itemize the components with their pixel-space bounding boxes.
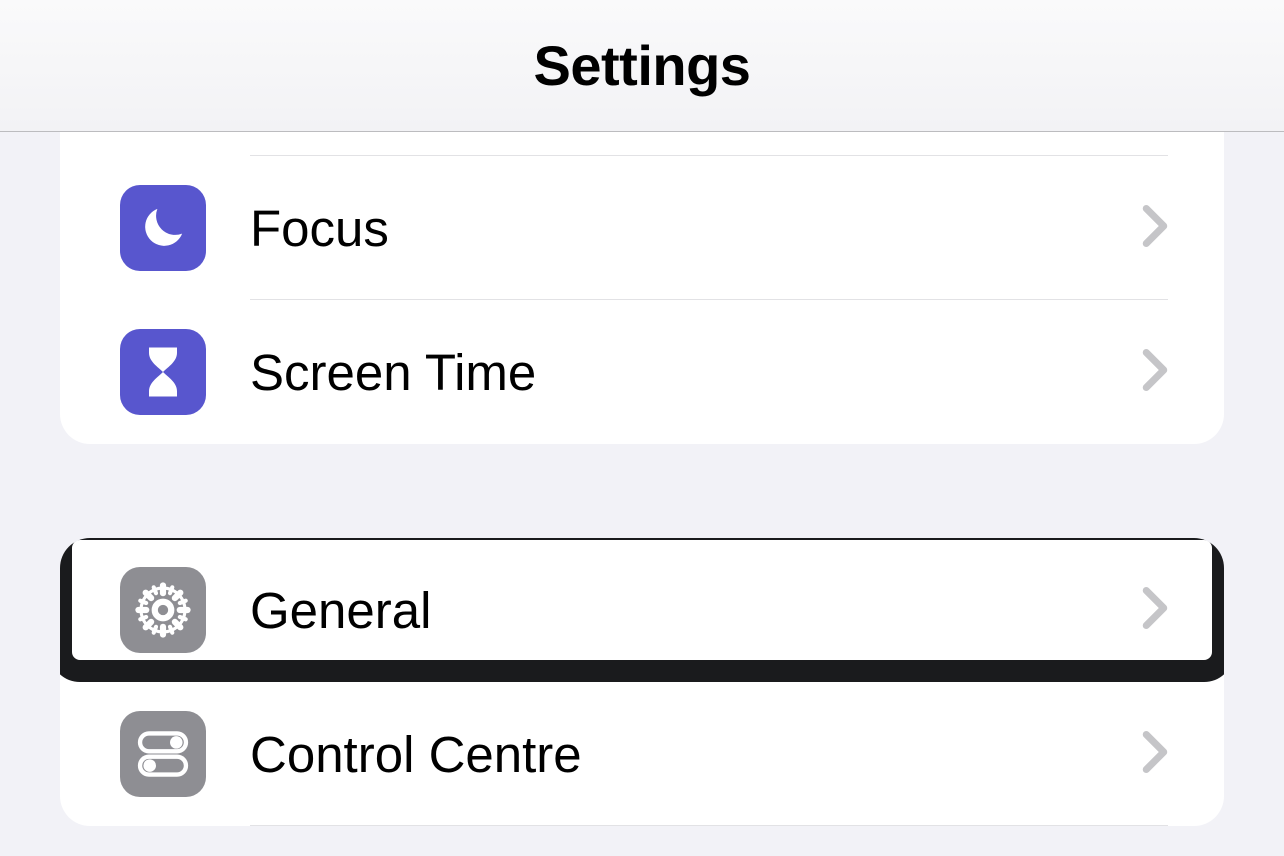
settings-group-2: General Control Centre	[60, 538, 1224, 826]
row-label: General	[250, 581, 1142, 640]
page-title: Settings	[534, 33, 751, 98]
chevron-right-icon	[1142, 349, 1168, 396]
row-label: Control Centre	[250, 725, 1142, 784]
chevron-right-icon	[1142, 731, 1168, 778]
toggles-icon	[120, 711, 206, 797]
moon-icon	[120, 185, 206, 271]
settings-row-focus[interactable]: Focus	[60, 156, 1224, 300]
header: Settings	[0, 0, 1284, 132]
row-label: Focus	[250, 199, 1142, 258]
chevron-right-icon	[1142, 205, 1168, 252]
chevron-right-icon	[1142, 587, 1168, 634]
hourglass-icon	[120, 329, 206, 415]
partial-row-stub	[60, 132, 1224, 156]
settings-content: Focus Screen Time	[0, 132, 1284, 856]
gear-icon	[120, 567, 206, 653]
settings-group-1: Focus Screen Time	[60, 132, 1224, 444]
settings-row-control-centre[interactable]: Control Centre	[60, 682, 1224, 826]
settings-row-general[interactable]: General	[60, 538, 1224, 682]
settings-row-screen-time[interactable]: Screen Time	[60, 300, 1224, 444]
row-label: Screen Time	[250, 343, 1142, 402]
